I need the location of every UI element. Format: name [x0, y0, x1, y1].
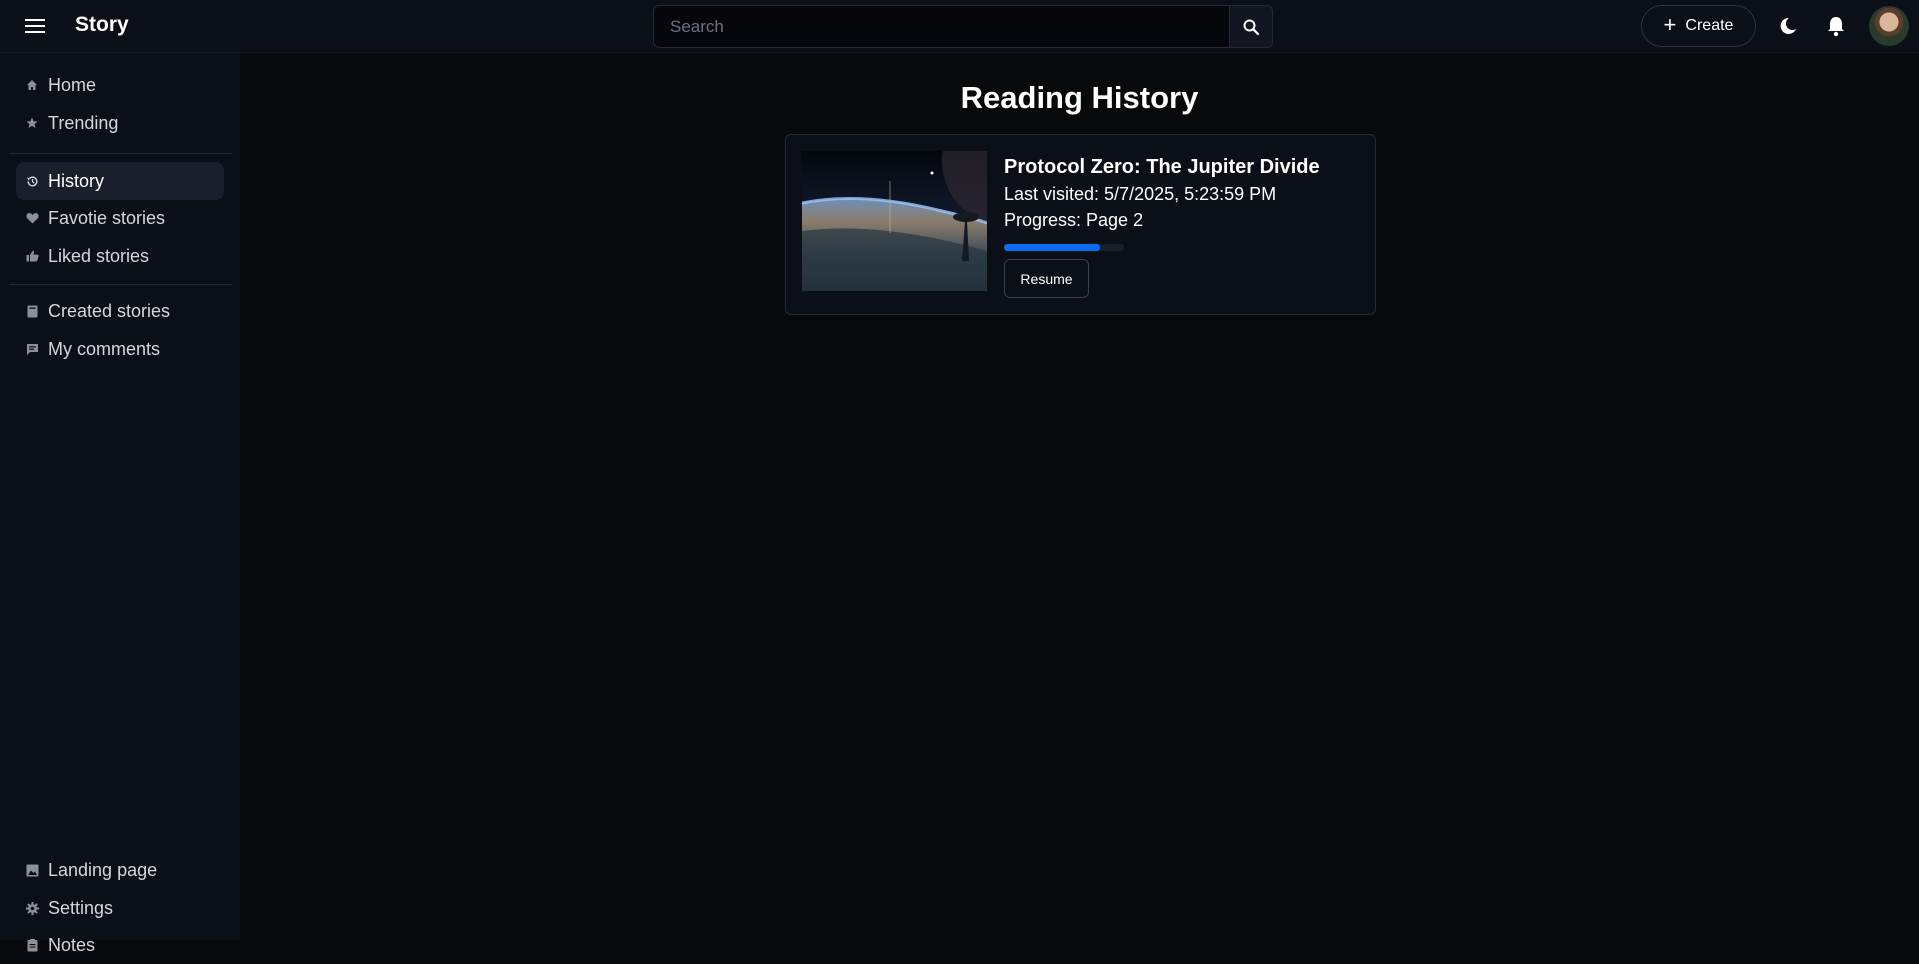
moon-icon [1780, 17, 1796, 34]
sidebar-item-label: Settings [48, 897, 114, 918]
sidebar-divider [9, 153, 232, 154]
search-bar [653, 5, 1273, 48]
heart-icon [25, 211, 39, 225]
gear-icon [25, 901, 39, 915]
sidebar-item-label: Liked stories [48, 245, 150, 266]
sidebar-item-label: Trending [48, 112, 119, 133]
sidebar-item-settings[interactable]: Settings [16, 889, 224, 927]
sidebar-item-label: Home [48, 74, 97, 95]
sidebar-item-my-comments[interactable]: My comments [16, 330, 224, 368]
thumbs-up-icon [25, 249, 39, 263]
last-visited-text: Last visited: 5/7/2025, 5:23:59 PM [1004, 184, 1277, 204]
sidebar-item-liked-stories[interactable]: Liked stories [16, 237, 224, 275]
progress-bar-fill [1004, 244, 1100, 251]
sidebar-item-home[interactable]: Home [16, 66, 224, 104]
sidebar-item-landing-page[interactable]: Landing page [16, 851, 224, 889]
sidebar-divider [9, 284, 232, 285]
avatar[interactable] [1869, 6, 1909, 46]
notes-icon [25, 938, 39, 952]
bell-icon [1828, 17, 1844, 37]
page-title: Reading History [960, 80, 1199, 115]
brand-logo[interactable]: Story [75, 13, 129, 37]
sidebar-item-label: Notes [48, 934, 96, 955]
sidebar: Home Trending History Favotie stories Li… [0, 53, 240, 955]
sidebar-item-label: History [48, 170, 105, 191]
comment-icon [25, 342, 39, 356]
create-button[interactable]: + Create [1641, 5, 1756, 47]
sidebar-item-label: Favotie stories [48, 207, 166, 228]
sidebar-item-created-stories[interactable]: Created stories [16, 292, 224, 330]
dark-mode-toggle[interactable] [1775, 13, 1801, 39]
home-icon [25, 78, 39, 92]
sidebar-item-favorite-stories[interactable]: Favotie stories [16, 199, 224, 237]
search-icon [1243, 19, 1259, 35]
search-button[interactable] [1229, 5, 1273, 48]
sidebar-item-history[interactable]: History [16, 162, 224, 200]
story-title[interactable]: Protocol Zero: The Jupiter Divide [1004, 156, 1320, 179]
notifications-button[interactable] [1823, 13, 1849, 39]
history-card: Protocol Zero: The Jupiter Divide Last v… [785, 134, 1376, 315]
sidebar-item-notes[interactable]: Notes [16, 926, 224, 964]
history-icon [25, 174, 39, 188]
progress-text: Progress: Page 2 [1004, 210, 1144, 230]
top-bar: Story + Create [0, 0, 1919, 53]
plus-icon: + [1663, 12, 1677, 37]
star-icon [25, 116, 39, 130]
image-icon [25, 863, 39, 877]
story-thumbnail[interactable] [802, 151, 987, 291]
search-input[interactable] [653, 5, 1229, 48]
book-icon [25, 304, 39, 318]
sidebar-item-label: Landing page [48, 859, 158, 880]
sidebar-item-label: Created stories [48, 300, 171, 321]
sidebar-item-label: My comments [48, 338, 161, 359]
sidebar-item-trending[interactable]: Trending [16, 104, 224, 142]
progress-bar [1004, 244, 1124, 251]
resume-button[interactable]: Resume [1004, 259, 1089, 298]
menu-icon[interactable] [22, 14, 48, 38]
create-label: Create [1685, 17, 1734, 34]
